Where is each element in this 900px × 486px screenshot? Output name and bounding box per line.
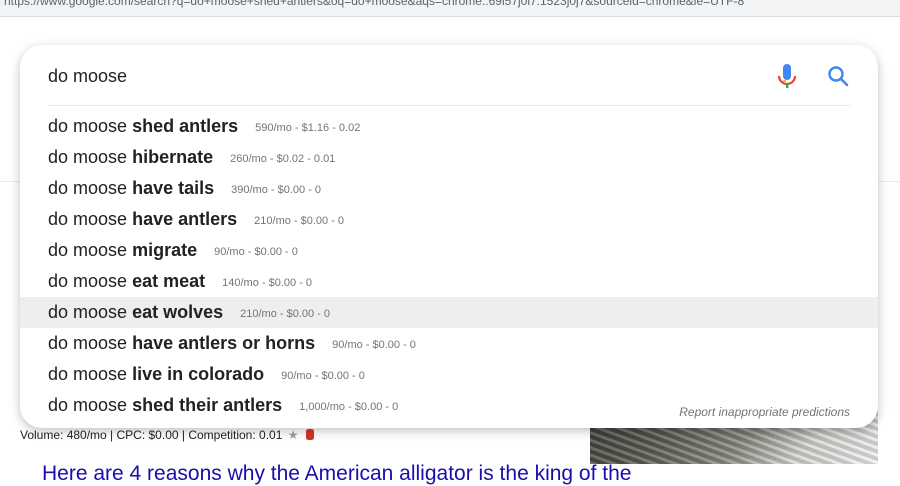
magnifier-icon[interactable] <box>826 64 850 88</box>
input-divider <box>48 105 851 106</box>
suggestion-item[interactable]: do moose eat meat 140/mo - $0.00 - 0 <box>20 266 878 297</box>
suggestion-prefix: do moose <box>48 364 128 384</box>
suggestion-metrics: 210/mo - $0.00 - 0 <box>254 215 345 227</box>
star-icon[interactable]: ★ <box>288 428 299 442</box>
suggestion-metrics: 210/mo - $0.00 - 0 <box>240 308 331 320</box>
suggestion-list: do moose shed antlers 590/mo - $1.16 - 0… <box>20 111 878 421</box>
suggestion-completion: eat meat <box>132 271 206 291</box>
suggestion-metrics: 260/mo - $0.02 - 0.01 <box>230 153 336 165</box>
result-title-link[interactable]: Here are 4 reasons why the American alli… <box>42 462 631 486</box>
suggestion-prefix: do moose <box>48 240 128 260</box>
keyword-metrics-text: Volume: 480/mo | CPC: $0.00 | Competitio… <box>20 428 283 442</box>
suggestion-prefix: do moose <box>48 147 128 167</box>
suggestion-metrics: 390/mo - $0.00 - 0 <box>231 184 322 196</box>
search-suggestion-box: do moose shed antlers 590/mo - $1.16 - 0… <box>20 45 878 428</box>
suggestion-completion: shed their antlers <box>132 395 283 415</box>
suggestion-prefix: do moose <box>48 333 128 353</box>
suggestion-prefix: do moose <box>48 178 128 198</box>
suggestion-completion: live in colorado <box>132 364 265 384</box>
suggestion-item[interactable]: do moose shed antlers 590/mo - $1.16 - 0… <box>20 111 878 142</box>
suggestion-prefix: do moose <box>48 271 128 291</box>
suggestion-item[interactable]: do moose have tails 390/mo - $0.00 - 0 <box>20 173 878 204</box>
suggestion-item[interactable]: do moose live in colorado 90/mo - $0.00 … <box>20 359 878 390</box>
suggestion-completion: hibernate <box>132 147 214 167</box>
suggestion-metrics: 140/mo - $0.00 - 0 <box>222 277 313 289</box>
suggestion-metrics: 590/mo - $1.16 - 0.02 <box>255 122 361 134</box>
suggestion-prefix: do moose <box>48 116 128 136</box>
suggestion-completion: have antlers or horns <box>132 333 316 353</box>
suggestion-metrics: 90/mo - $0.00 - 0 <box>214 246 298 258</box>
suggestion-item[interactable]: do moose have antlers or horns 90/mo - $… <box>20 328 878 359</box>
suggestion-completion: migrate <box>132 240 198 260</box>
suggestion-item[interactable]: do moose migrate 90/mo - $0.00 - 0 <box>20 235 878 266</box>
suggestion-item[interactable]: do moose hibernate 260/mo - $0.02 - 0.01 <box>20 142 878 173</box>
suggestion-metrics: 90/mo - $0.00 - 0 <box>281 370 365 382</box>
report-predictions-link[interactable]: Report inappropriate predictions <box>679 405 850 419</box>
suggestion-completion: eat wolves <box>132 302 224 322</box>
database-icon[interactable] <box>305 429 314 440</box>
keyword-metrics: Volume: 480/mo | CPC: $0.00 | Competitio… <box>20 428 314 442</box>
search-input[interactable] <box>48 61 748 91</box>
suggestion-item[interactable]: do moose have antlers 210/mo - $0.00 - 0 <box>20 204 878 235</box>
url-text: https://www.google.com/search?q=do+moose… <box>4 0 745 8</box>
suggestion-item-highlighted[interactable]: do moose eat wolves 210/mo - $0.00 - 0 <box>20 297 878 328</box>
suggestion-completion: have tails <box>132 178 215 198</box>
suggestion-metrics: 1,000/mo - $0.00 - 0 <box>299 401 399 413</box>
suggestion-completion: have antlers <box>132 209 238 229</box>
address-bar[interactable]: https://www.google.com/search?q=do+moose… <box>0 0 900 17</box>
suggestion-prefix: do moose <box>48 395 128 415</box>
suggestion-completion: shed antlers <box>132 116 239 136</box>
suggestion-prefix: do moose <box>48 209 128 229</box>
suggestion-metrics: 90/mo - $0.00 - 0 <box>332 339 416 351</box>
suggestion-prefix: do moose <box>48 302 128 322</box>
microphone-icon[interactable] <box>776 63 798 91</box>
